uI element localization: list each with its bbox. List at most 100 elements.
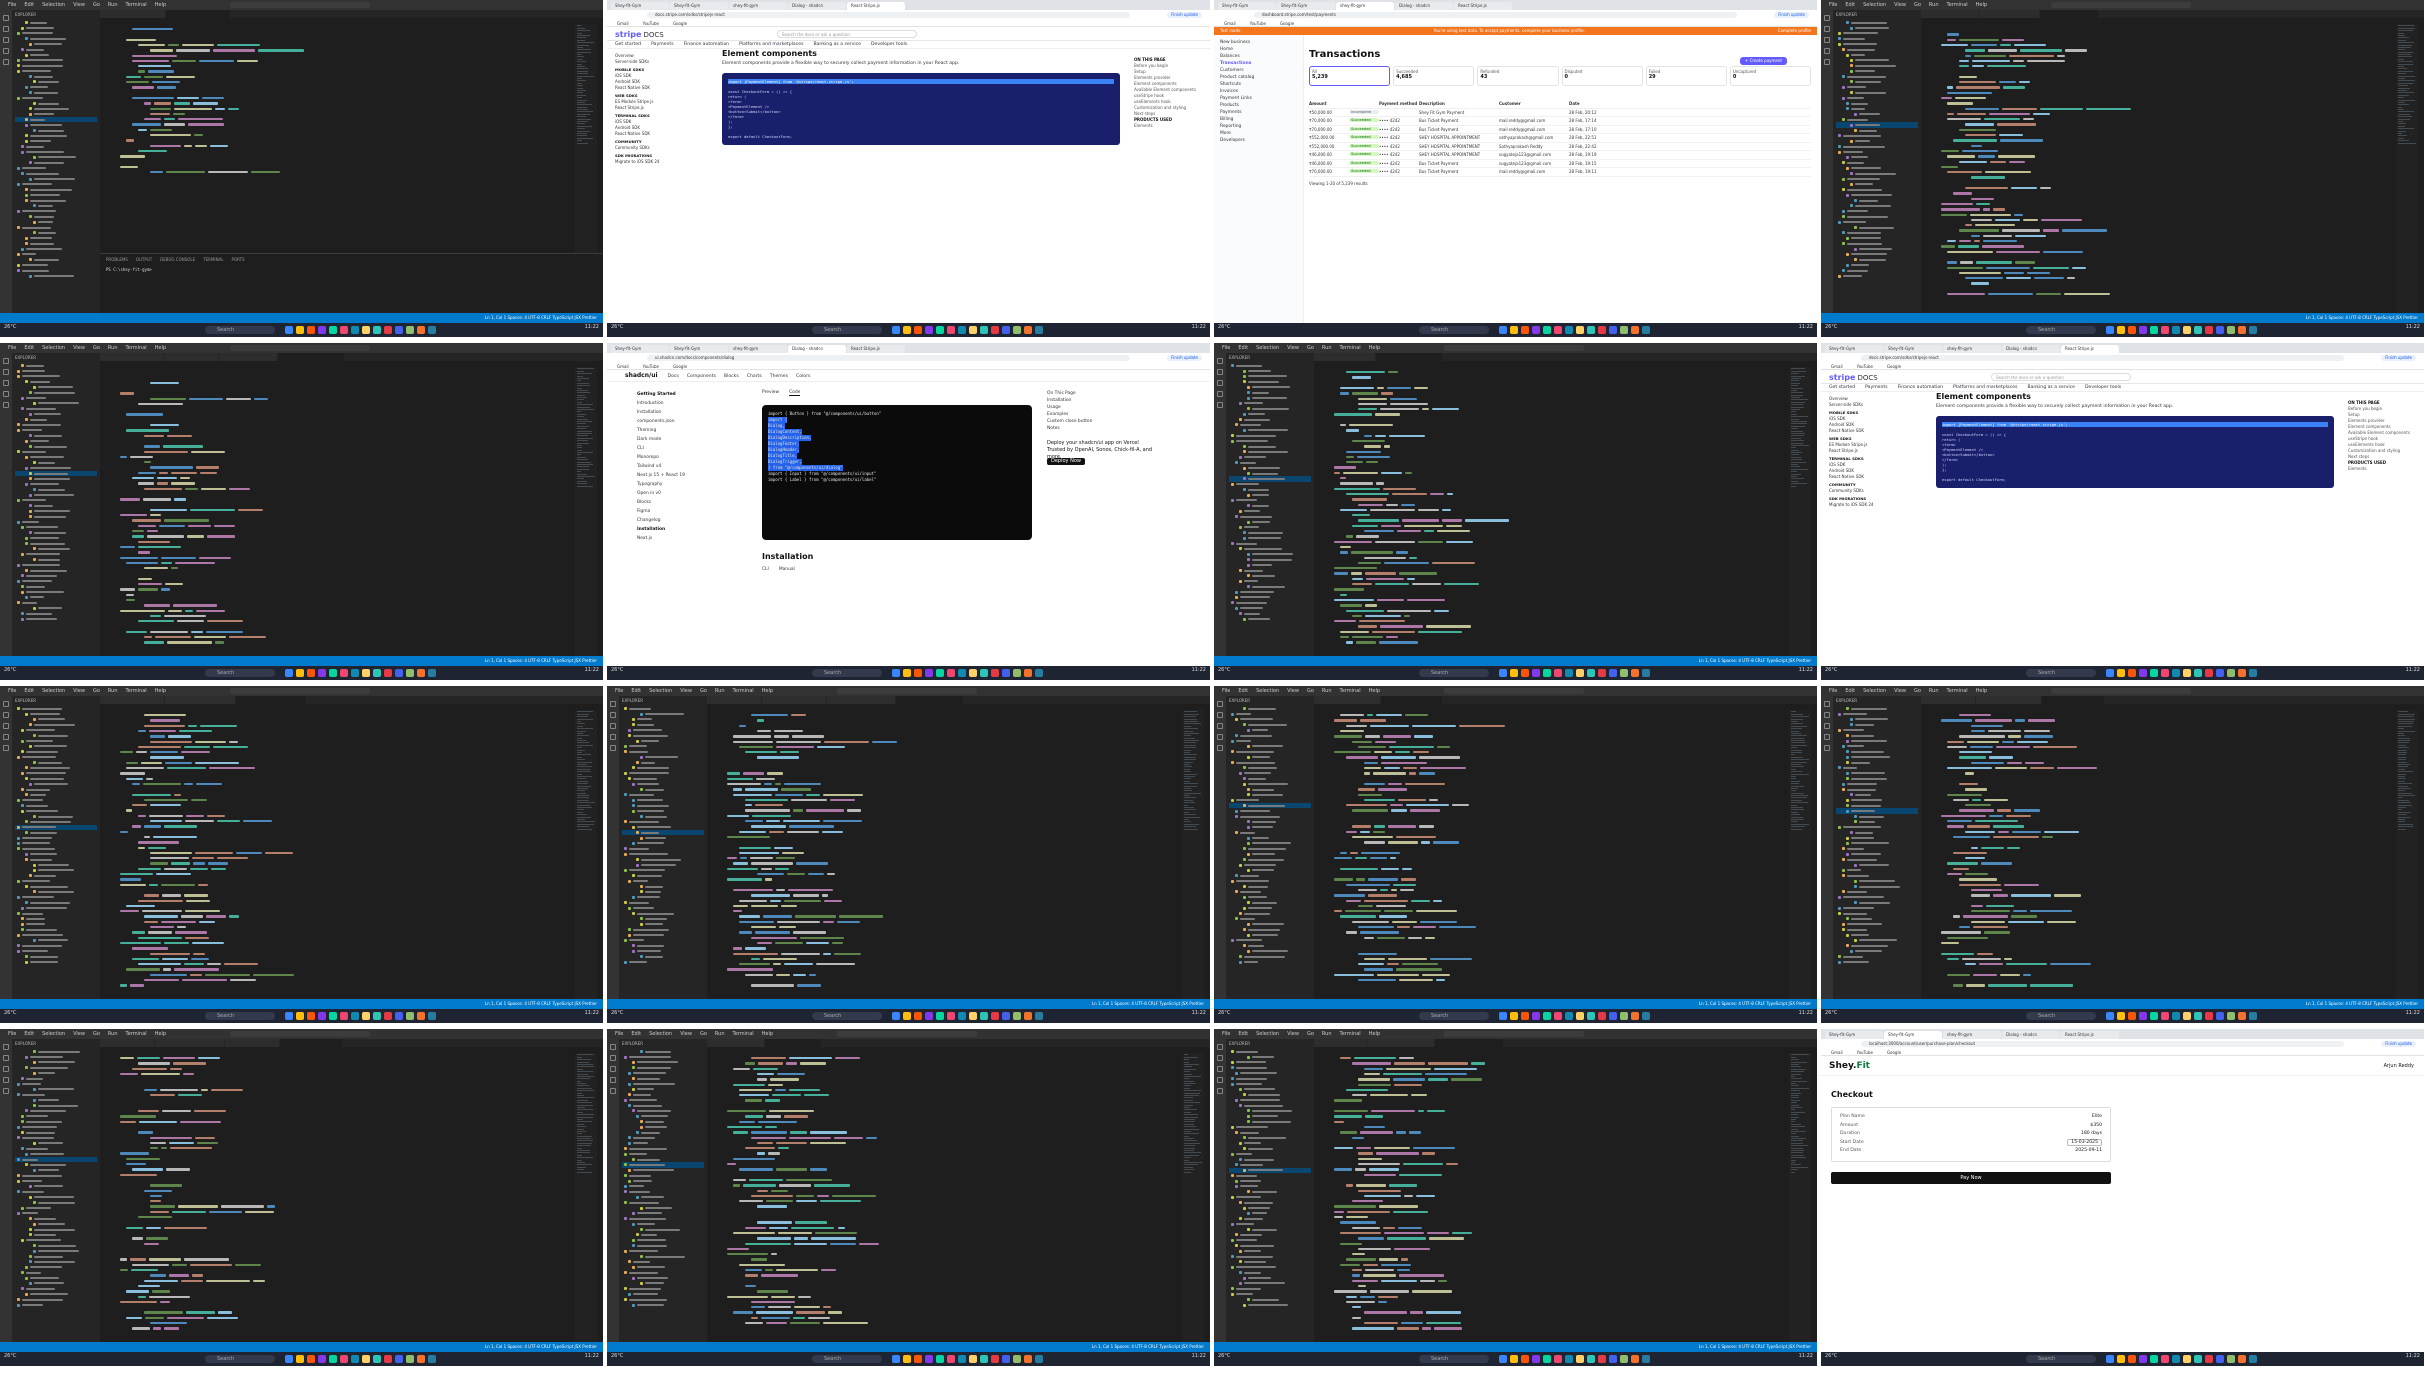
taskbar-clock[interactable]: 11:22 xyxy=(1799,1353,1813,1359)
taskbar-app-icon[interactable] xyxy=(2205,669,2213,677)
taskbar-app-icon[interactable] xyxy=(980,1355,988,1363)
bookmark[interactable]: Google xyxy=(1887,364,1901,369)
taskbar-app-icon[interactable] xyxy=(1035,669,1043,677)
editor-tab[interactable] xyxy=(1921,696,1976,704)
search-icon[interactable] xyxy=(610,1055,616,1061)
search-icon[interactable] xyxy=(1824,712,1830,718)
source-control-icon[interactable] xyxy=(3,380,9,386)
menu-item[interactable]: View xyxy=(1287,345,1299,351)
sidebar-item[interactable]: Payments xyxy=(1220,109,1297,116)
taskbar-clock[interactable]: 11:22 xyxy=(585,1353,599,1359)
run-debug-icon[interactable] xyxy=(610,1077,616,1083)
filter-card[interactable]: Uncaptured 0 xyxy=(1729,66,1812,86)
taskbar-app-icon[interactable] xyxy=(2139,669,2147,677)
extensions-icon[interactable] xyxy=(610,1088,616,1094)
command-center[interactable] xyxy=(2051,688,2191,694)
docs-sidebar-item[interactable]: Server-side SDKs xyxy=(615,59,710,65)
taskbar-app-icon[interactable] xyxy=(2227,1355,2235,1363)
taskbar-app-icon[interactable] xyxy=(2172,669,2180,677)
menu-item[interactable]: Help xyxy=(155,345,166,351)
taskbar-search[interactable]: Search xyxy=(2026,326,2096,334)
taskbar-app-icon[interactable] xyxy=(969,1012,977,1020)
minimap[interactable] xyxy=(575,1053,597,1342)
menu-item[interactable]: Terminal xyxy=(126,345,147,351)
menu-item[interactable]: Run xyxy=(108,1031,118,1037)
menu-item[interactable]: Go xyxy=(1307,688,1314,694)
menu-item[interactable]: Help xyxy=(1369,345,1380,351)
table-row[interactable]: ₹552,000.00 Succeeded •••• 4242 SHEY HOSPIT… xyxy=(1309,143,1811,151)
taskbar-app-icon[interactable] xyxy=(1543,326,1551,334)
editor-tab[interactable] xyxy=(166,10,232,18)
taskbar-app-icon[interactable] xyxy=(1002,1012,1010,1020)
taskbar-app-icon[interactable] xyxy=(1642,326,1650,334)
taskbar-app-icon[interactable] xyxy=(2106,326,2114,334)
browser-tab[interactable]: Shey-fit-Gym xyxy=(1884,345,1942,353)
taskbar-app-icon[interactable] xyxy=(2117,1355,2125,1363)
bookmark[interactable]: Gmail xyxy=(1831,364,1843,369)
menu-item[interactable]: Run xyxy=(1322,1031,1332,1037)
status-right[interactable]: Ln 1, Col 1 Spaces: 4 UTF-8 CRLF TypeScr… xyxy=(1699,999,1811,1009)
menu-item[interactable]: Run xyxy=(1322,688,1332,694)
menu-item[interactable]: Go xyxy=(1914,688,1921,694)
sidebar-link[interactable]: Changelog xyxy=(637,516,697,525)
menu-item[interactable]: Run xyxy=(108,345,118,351)
taskbar-app-icon[interactable] xyxy=(2194,669,2202,677)
taskbar-app-icon[interactable] xyxy=(1576,669,1584,677)
menu-item[interactable]: Terminal xyxy=(126,688,147,694)
weather-widget[interactable]: 26°C xyxy=(611,1011,623,1016)
taskbar-app-icon[interactable] xyxy=(958,669,966,677)
url-input[interactable]: dashboard.stripe.com/test/payments xyxy=(1254,12,1737,18)
taskbar-clock[interactable]: 11:22 xyxy=(2406,1010,2420,1016)
taskbar-app-icon[interactable] xyxy=(991,1355,999,1363)
taskbar-app-icon[interactable] xyxy=(958,1012,966,1020)
taskbar-app-icon[interactable] xyxy=(2139,326,2147,334)
bookmark[interactable]: Google xyxy=(1280,21,1294,26)
taskbar-app-icon[interactable] xyxy=(1609,326,1617,334)
run-debug-icon[interactable] xyxy=(1217,391,1223,397)
taskbar-app-icon[interactable] xyxy=(285,326,293,334)
taskbar-app-icon[interactable] xyxy=(2117,326,2125,334)
browser-tab[interactable]: Dialog - shadcn xyxy=(788,345,846,353)
source-control-icon[interactable] xyxy=(3,1066,9,1072)
menu-item[interactable]: Edit xyxy=(24,2,34,8)
table-row[interactable]: ₹70,000.00 Succeeded •••• 4242 Bus Ticket P… xyxy=(1309,126,1811,134)
taskbar-app-icon[interactable] xyxy=(1013,326,1021,334)
editor-tab[interactable] xyxy=(279,1039,344,1047)
browser-tab[interactable]: Shey-fit-Gym xyxy=(670,2,728,10)
menu-item[interactable]: Edit xyxy=(24,1031,34,1037)
docs-nav-item[interactable]: Payments xyxy=(1865,385,1888,390)
sidebar-item[interactable]: Payment Links xyxy=(1220,95,1297,102)
nav-link[interactable]: Colors xyxy=(796,374,810,379)
menu-item[interactable]: Terminal xyxy=(733,1031,754,1037)
taskbar-app-icon[interactable] xyxy=(329,326,337,334)
taskbar-search[interactable]: Search xyxy=(205,669,275,677)
taskbar-app-icon[interactable] xyxy=(2183,1012,2191,1020)
search-icon[interactable] xyxy=(610,712,616,718)
taskbar-app-icon[interactable] xyxy=(351,669,359,677)
taskbar-app-icon[interactable] xyxy=(1024,1355,1032,1363)
code-block[interactable]: import {PaymentElement} from '@stripe/re… xyxy=(1936,416,2334,488)
search-icon[interactable] xyxy=(3,1055,9,1061)
run-debug-icon[interactable] xyxy=(3,391,9,397)
extensions-icon[interactable] xyxy=(1824,59,1830,65)
minimap[interactable] xyxy=(1182,1053,1204,1342)
taskbar-app-icon[interactable] xyxy=(2150,326,2158,334)
browser-tab[interactable]: Shey-fit-Gym xyxy=(611,345,669,353)
extensions-icon[interactable] xyxy=(1824,745,1830,751)
browser-tab[interactable]: Dialog - shadcn xyxy=(2002,1031,2060,1039)
menu-item[interactable]: Run xyxy=(1929,2,1939,8)
taskbar-app-icon[interactable] xyxy=(2183,326,2191,334)
weather-widget[interactable]: 26°C xyxy=(4,668,16,673)
taskbar-app-icon[interactable] xyxy=(1024,1012,1032,1020)
menu-item[interactable]: File xyxy=(1222,1031,1230,1037)
editor-tab[interactable] xyxy=(707,696,763,704)
menu-item[interactable]: Edit xyxy=(24,345,34,351)
docs-sidebar-item[interactable]: React Native SDK xyxy=(615,85,710,91)
source-control-icon[interactable] xyxy=(1824,723,1830,729)
taskbar-app-icon[interactable] xyxy=(1035,326,1043,334)
taskbar-app-icon[interactable] xyxy=(1510,1355,1518,1363)
taskbar-app-icon[interactable] xyxy=(1013,1355,1021,1363)
search-icon[interactable] xyxy=(1217,712,1223,718)
create-payment-button[interactable]: + Create payment xyxy=(1739,57,1787,65)
taskbar-app-icon[interactable] xyxy=(318,669,326,677)
